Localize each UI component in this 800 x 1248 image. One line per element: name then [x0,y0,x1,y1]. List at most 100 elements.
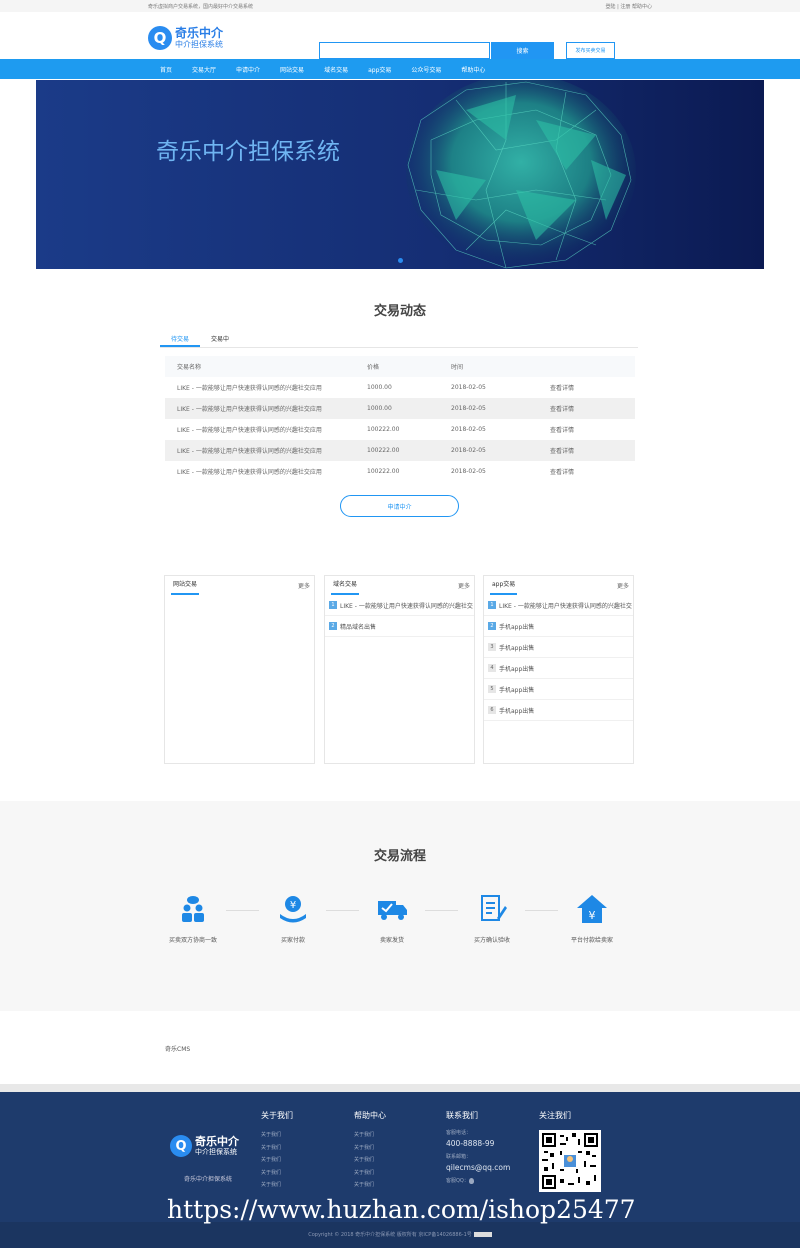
list-item[interactable]: 2 精品域名出售 [325,616,474,637]
copyright-text: Copyright © 2018 奇乐中介担保系统 版权所有 京ICP备1402… [308,1232,472,1238]
qq-icon[interactable] [468,1177,474,1184]
nav-website-trade[interactable]: 网站交易 [280,65,304,74]
view-details-link[interactable]: 查看详情 [550,425,635,434]
footer-link[interactable]: 关于我们 [354,1167,386,1180]
carousel-indicator[interactable] [398,258,403,263]
footer-link[interactable]: 关于我们 [261,1154,293,1167]
hero-banner[interactable]: 奇乐中介担保系统 [36,80,764,269]
logo-main-text: 奇乐中介 [175,26,224,40]
rank-badge: 6 [488,706,496,714]
logo-q-icon: Q [148,26,172,50]
tab-in-progress[interactable]: 交易中 [200,333,240,347]
cnzz-badge-icon[interactable] [473,1232,492,1237]
row-name: LIKE - 一款能够让用户快速获得认同感的兴趣社交应用 [177,385,322,392]
footer: Q 奇乐中介 中介担保系统 奇乐中介担保系统 关于我们 关于我们 关于我们 关于… [0,1092,800,1248]
app-trade-box: app交易 更多 1 LIKE - 一款能够让用户快速获得认同感的兴趣社交 2 手机… [483,575,634,764]
nav-trade-hall[interactable]: 交易大厅 [192,65,216,74]
table-row: LIKE - 一款能够让用户快速获得认同感的兴趣社交应用 100222.00 2… [165,461,635,482]
table-row: LIKE - 一款能够让用户快速获得认同感的兴趣社交应用 1000.00 201… [165,398,635,419]
main-nav: 首页 交易大厅 申请中介 网站交易 域名交易 app交易 公众号交易 帮助中心 [0,59,800,79]
logo-sub-text: 中介担保系统 [175,40,223,49]
footer-link[interactable]: 关于我们 [261,1179,293,1192]
row-name: LIKE - 一款能够让用户快速获得认同感的兴趣社交应用 [177,427,322,434]
nav-domain-trade[interactable]: 域名交易 [324,65,348,74]
copyright: Copyright © 2018 奇乐中介担保系统 版权所有 京ICP备1402… [0,1231,800,1238]
payment-icon: ¥ [273,889,313,929]
header: Q 奇乐中介 中介担保系统 搜索 发布买卖交易 [0,12,800,59]
svg-text:¥: ¥ [290,900,296,911]
row-date: 2018-02-05 [451,426,486,433]
search-button[interactable]: 搜索 [491,42,554,59]
step-label: 买方确认验收 [473,937,510,944]
search-input[interactable] [319,42,490,59]
view-details-link[interactable]: 查看详情 [550,467,635,476]
row-price: 1000.00 [367,405,392,412]
list-item[interactable]: 1 LIKE - 一款能够让用户快速获得认同感的兴趣社交 [484,595,633,616]
list-item-label: 手机app出售 [499,686,535,694]
step-payout: ¥ 平台付款给卖家 [547,889,637,944]
footer-link[interactable]: 关于我们 [261,1129,293,1142]
footer-logo-sub: 中介担保系统 [195,1148,237,1156]
list-item[interactable]: 6 手机app出售 [484,700,633,721]
list-item[interactable]: 5 手机app出售 [484,679,633,700]
nav-app-trade[interactable]: app交易 [368,65,391,74]
view-details-link[interactable]: 查看详情 [550,404,635,413]
rank-badge: 2 [329,622,337,630]
footer-link[interactable]: 关于我们 [354,1154,386,1167]
row-date: 2018-02-05 [451,405,486,412]
nav-home[interactable]: 首页 [160,65,172,74]
footer-about-column: 关于我们 关于我们 关于我们 关于我们 关于我们 关于我们 [261,1110,293,1192]
col-price-header: 价格 [367,364,380,371]
nav-official-account-trade[interactable]: 公众号交易 [411,65,441,74]
list-item[interactable]: 1 LIKE - 一款能够让用户快速获得认同感的兴趣社交 [325,595,474,616]
more-link[interactable]: 更多 [617,581,629,590]
nav-help-center[interactable]: 帮助中心 [461,65,485,74]
tab-pending[interactable]: 待交易 [160,333,200,347]
step-ship: 卖家发货 [347,889,437,944]
site-logo[interactable]: Q 奇乐中介 中介担保系统 [148,26,223,50]
list-item-label: 手机app出售 [499,623,535,631]
website-trade-box: 网站交易 更多 [164,575,315,764]
footer-logo: Q 奇乐中介 中介担保系统 [170,1135,239,1157]
view-details-link[interactable]: 查看详情 [550,383,635,392]
apply-agent-button[interactable]: 申请中介 [340,495,459,517]
login-register-links[interactable]: 登陆 | 注册 帮助中心 [606,3,652,10]
more-link[interactable]: 更多 [458,581,470,590]
email-label: 联系邮箱： [446,1154,472,1160]
col-name-header: 交易名称 [177,364,202,371]
footer-link[interactable]: 关于我们 [261,1142,293,1155]
col-date-header: 时间 [451,364,464,371]
footer-link[interactable]: 关于我们 [354,1142,386,1155]
process-section-title: 交易流程 [373,849,426,864]
row-price: 100222.00 [367,426,400,433]
list-item[interactable]: 4 手机app出售 [484,658,633,679]
activity-tabs: 待交易 交易中 [160,333,638,348]
rank-badge: 1 [329,601,337,609]
list-item[interactable]: 2 手机app出售 [484,616,633,637]
svg-text:¥: ¥ [589,909,596,922]
publish-trade-button[interactable]: 发布买卖交易 [566,42,615,59]
footer-contact-column: 联系我们 客服电话： 400-8888-99 联系邮箱： qilecms@qq.… [446,1110,510,1186]
domain-trade-box: 域名交易 更多 1 LIKE - 一款能够让用户快速获得认同感的兴趣社交 2 精品域… [324,575,475,764]
house-yen-icon: ¥ [572,889,612,929]
footer-column-title: 联系我们 [446,1111,478,1120]
step-confirm: 买方确认验收 [447,889,537,944]
email-address[interactable]: qilecms@qq.com [446,1162,510,1173]
footer-site-name: 奇乐中介担保系统 [184,1176,233,1183]
box-title: 网站交易 [171,577,200,595]
row-name: LIKE - 一款能够让用户快速获得认同感的兴趣社交应用 [177,406,322,413]
footer-link[interactable]: 关于我们 [354,1179,386,1192]
list-item-label: 手机app出售 [499,665,535,673]
logo-q-icon: Q [170,1135,192,1157]
nav-apply-agent[interactable]: 申请中介 [236,65,260,74]
more-link[interactable]: 更多 [298,581,310,590]
footer-link[interactable]: 关于我们 [261,1167,293,1180]
rank-badge: 4 [488,664,496,672]
friend-link[interactable]: 奇乐CMS [165,1044,190,1053]
footer-link[interactable]: 关于我们 [354,1129,386,1142]
rank-badge: 5 [488,685,496,693]
list-item-label: 手机app出售 [499,644,535,652]
list-item[interactable]: 3 手机app出售 [484,637,633,658]
step-negotiate: 买卖双方协商一致 [148,889,238,944]
view-details-link[interactable]: 查看详情 [550,446,635,455]
